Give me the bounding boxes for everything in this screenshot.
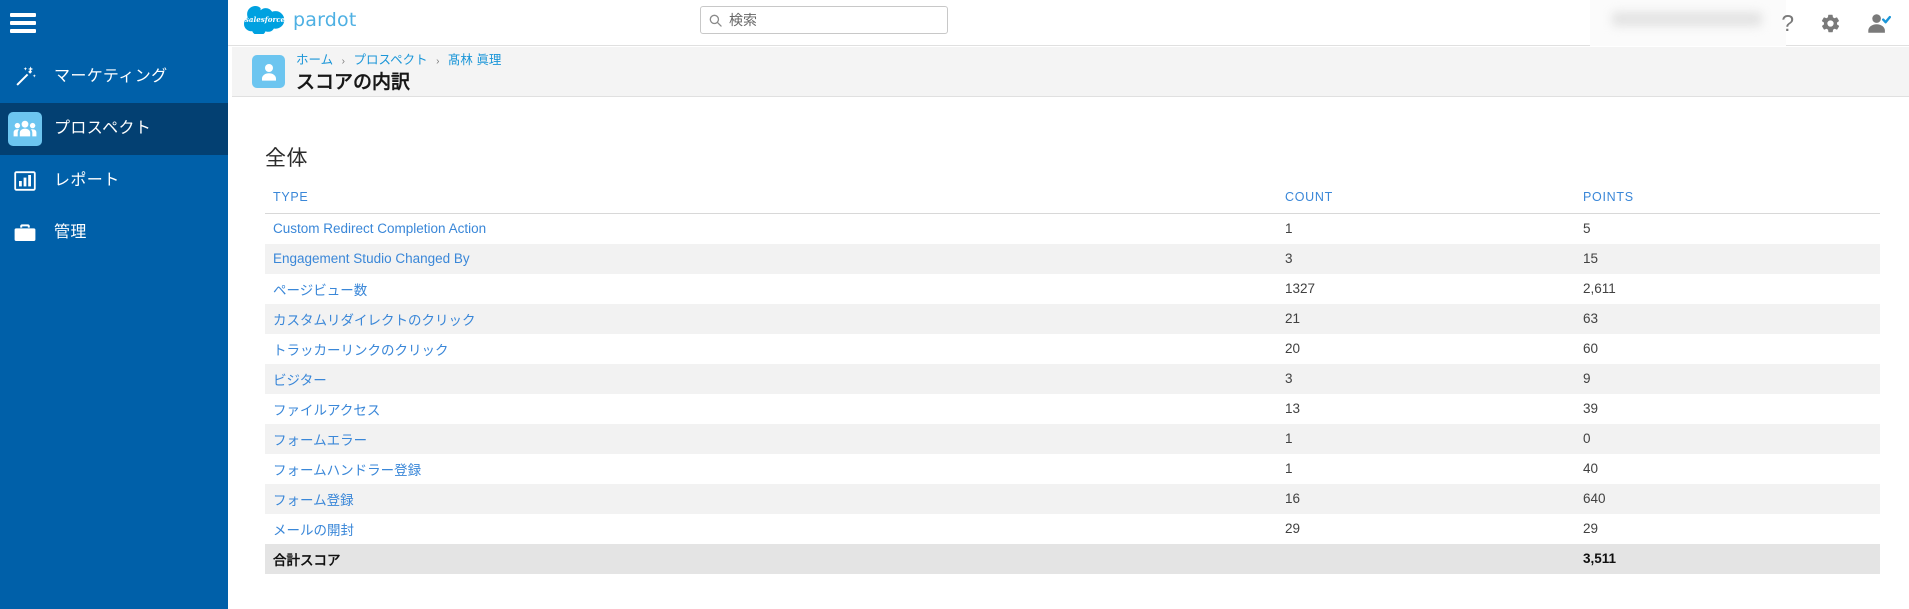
sidebar-item-prospects[interactable]: プロスペクト: [0, 103, 228, 155]
table-total-row: 合計スコア 3,511: [265, 543, 1880, 574]
sidebar-item-reports[interactable]: レポート: [0, 155, 228, 207]
cell-count: 3: [1285, 363, 1583, 394]
cell-type[interactable]: Engagement Studio Changed By: [265, 243, 1285, 274]
sidebar-item-marketing[interactable]: マーケティング: [0, 51, 228, 103]
redacted-account-panel: [1590, 0, 1786, 46]
table-row: フォームエラー 1 0: [265, 423, 1880, 454]
hamburger-icon: [10, 9, 36, 37]
cell-count: 21: [1285, 303, 1583, 334]
cell-total-count: [1285, 543, 1583, 574]
top-bar-icons: ?: [1781, 0, 1891, 46]
pardot-wordmark: pardot: [293, 9, 357, 31]
cell-count: 1: [1285, 423, 1583, 454]
cell-count: 1327: [1285, 281, 1316, 296]
gear-icon[interactable]: [1820, 13, 1841, 34]
sidebar: マーケティング プロスペクト レポート 管理: [0, 0, 228, 609]
top-bar: salesforce pardot ?: [228, 0, 1909, 46]
table-row: フォームハンドラー登録 1 40: [265, 454, 1880, 484]
bar-chart-icon: [8, 164, 42, 198]
sidebar-item-label: プロスペクト: [54, 120, 152, 137]
table-row: ファイルアクセス 13 39: [265, 394, 1880, 424]
score-breakdown-table: TYPE COUNT POINTS Custom Redirect Comple…: [265, 186, 1880, 574]
page-header-text: ホーム › プロスペクト › 髙林 眞理 スコアの内訳: [296, 52, 501, 95]
cell-count: 29: [1285, 521, 1301, 536]
cell-type[interactable]: トラッカーリンクのクリック: [265, 334, 1285, 364]
table-row: メールの開封 29 29: [265, 514, 1880, 544]
breadcrumb-separator: ›: [436, 56, 440, 67]
help-question-glyph: ?: [1781, 9, 1794, 36]
cell-type[interactable]: ページビュー数: [265, 274, 1285, 304]
cell-type[interactable]: ファイルアクセス: [265, 394, 1285, 424]
search-input[interactable]: [729, 12, 929, 28]
page-title: スコアの内訳: [296, 72, 411, 93]
table-body: Custom Redirect Completion Action 1 5 Engag…: [265, 214, 1880, 574]
cell-points: 2,611: [1583, 281, 1616, 296]
cell-type[interactable]: カスタムリダイレクトのクリック: [265, 303, 1285, 334]
cell-type[interactable]: フォームハンドラー登録: [265, 454, 1285, 484]
breadcrumb-item-prospect-name[interactable]: 髙林 眞理: [448, 53, 501, 67]
table-header-row: TYPE COUNT POINTS: [265, 186, 1880, 214]
cell-points: 40: [1583, 461, 1599, 476]
cell-count: 3: [1285, 243, 1583, 274]
cell-type[interactable]: ビジター: [265, 363, 1285, 394]
cell-count: 13: [1285, 401, 1301, 416]
cell-type[interactable]: フォームエラー: [265, 423, 1285, 454]
cell-points: 0: [1583, 423, 1880, 454]
breadcrumb-item-home[interactable]: ホーム: [296, 53, 333, 67]
cell-total-points: 3,511: [1583, 543, 1880, 574]
column-header-type[interactable]: TYPE: [265, 186, 1285, 214]
column-header-points[interactable]: POINTS: [1583, 186, 1880, 214]
global-search[interactable]: [700, 6, 948, 34]
salesforce-cloud-icon: salesforce: [244, 6, 286, 36]
sidebar-item-admin[interactable]: 管理: [0, 207, 228, 259]
cell-count: 1: [1285, 461, 1293, 476]
briefcase-icon: [8, 216, 42, 250]
table-row: Custom Redirect Completion Action 1 5: [265, 214, 1880, 244]
cell-count: 1: [1285, 221, 1293, 237]
cell-points: 39: [1583, 401, 1599, 416]
breadcrumb-separator: ›: [341, 56, 345, 67]
breadcrumb: ホーム › プロスペクト › 髙林 眞理: [296, 52, 501, 70]
person-avatar-icon: [252, 55, 285, 88]
svg-text:salesforce: salesforce: [245, 15, 286, 24]
cell-type[interactable]: フォーム登録: [265, 483, 1285, 514]
table-row: トラッカーリンクのクリック 20 60: [265, 334, 1880, 364]
cell-points: 640: [1583, 483, 1880, 514]
sidebar-item-label: レポート: [54, 172, 120, 189]
user-avatar-icon[interactable]: [1867, 13, 1891, 34]
help-icon[interactable]: ?: [1781, 9, 1794, 36]
cell-count: 20: [1285, 341, 1301, 356]
magic-wand-icon: [8, 60, 42, 94]
blurred-account-text: [1612, 12, 1762, 26]
cell-points: 60: [1583, 341, 1599, 356]
breadcrumb-item-prospects[interactable]: プロスペクト: [353, 53, 427, 67]
cell-points: 63: [1583, 303, 1880, 334]
cell-total-label: 合計スコア: [265, 543, 1285, 574]
table-row: カスタムリダイレクトのクリック 21 63: [265, 303, 1880, 334]
hamburger-menu-button[interactable]: [0, 0, 228, 46]
cell-type[interactable]: メールの開封: [265, 514, 1285, 544]
cell-count: 16: [1285, 483, 1583, 514]
cell-points: 5: [1583, 221, 1591, 237]
column-header-count[interactable]: COUNT: [1285, 186, 1583, 214]
page-header: ホーム › プロスペクト › 髙林 眞理 スコアの内訳: [232, 47, 1909, 97]
people-group-icon: [8, 112, 42, 146]
pardot-logo[interactable]: salesforce pardot: [244, 6, 357, 36]
table-header: TYPE COUNT POINTS: [265, 186, 1880, 214]
sidebar-item-label: 管理: [54, 224, 87, 241]
table-row: ページビュー数 1327 2,611: [265, 274, 1880, 304]
app-root: マーケティング プロスペクト レポート 管理 salesforce pardot…: [0, 0, 1909, 609]
section-title: 全体: [265, 147, 308, 170]
cell-points: 15: [1583, 243, 1880, 274]
sidebar-item-label: マーケティング: [54, 68, 168, 85]
cell-type[interactable]: Custom Redirect Completion Action: [265, 214, 1285, 244]
search-icon: [709, 14, 722, 27]
cell-points: 29: [1583, 521, 1599, 536]
table-row: Engagement Studio Changed By 3 15: [265, 243, 1880, 274]
main-content: 全体 TYPE COUNT POINTS Custom Redirect Com…: [232, 98, 1909, 609]
cell-points: 9: [1583, 363, 1880, 394]
sidebar-nav: マーケティング プロスペクト レポート 管理: [0, 51, 228, 259]
table-row: フォーム登録 16 640: [265, 483, 1880, 514]
table-row: ビジター 3 9: [265, 363, 1880, 394]
